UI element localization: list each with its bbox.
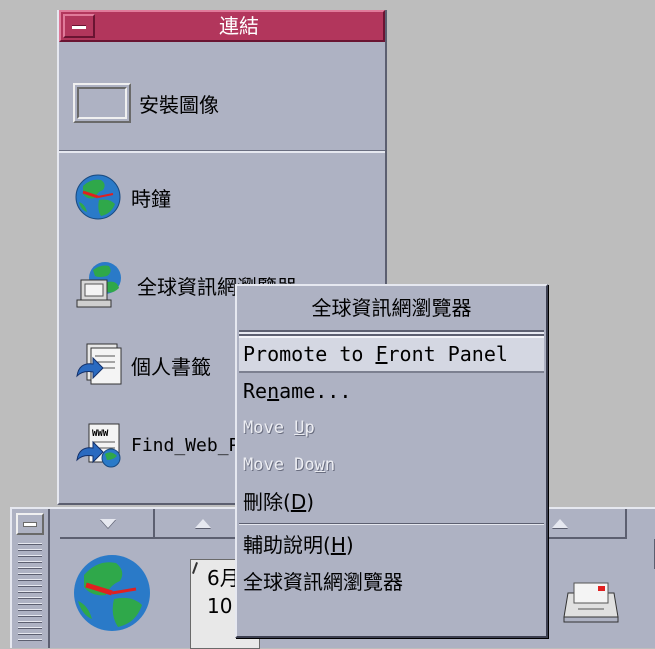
find-web-page-icon: WWW bbox=[76, 423, 121, 468]
menu-item-move-up: Move Up bbox=[243, 418, 315, 438]
subpanel-item-clock[interactable]: 時鐘 bbox=[73, 172, 171, 222]
menu-item-promote-to-front-panel[interactable]: Promote to Front Panel bbox=[239, 336, 544, 373]
front-panel-handle[interactable] bbox=[12, 509, 50, 648]
menu-item-web-browser[interactable]: 全球資訊網瀏覽器 bbox=[237, 564, 546, 601]
context-menu: 全球資訊網瀏覽器 Promote to Front Panel Rename..… bbox=[235, 284, 548, 638]
drag-grip[interactable] bbox=[18, 543, 42, 643]
chevron-up-icon bbox=[552, 519, 568, 528]
menu-item-rename[interactable]: Rename... bbox=[237, 373, 546, 410]
menu-item-move-down: Move Down bbox=[243, 455, 336, 475]
svg-text:WWW: WWW bbox=[92, 429, 109, 439]
menu-separator bbox=[239, 523, 544, 525]
menu-item-help[interactable]: 輔助說明(H) bbox=[237, 527, 546, 564]
subpanel-title: 連結 bbox=[219, 14, 259, 38]
mail-icon[interactable] bbox=[560, 579, 622, 625]
chevron-up-icon bbox=[195, 519, 211, 528]
menu-item-delete[interactable]: 刪除(D) bbox=[237, 484, 546, 521]
subpanel-arrow-down[interactable] bbox=[60, 509, 155, 539]
subpanel-item-label: 個人書籤 bbox=[131, 354, 211, 379]
drop-well[interactable] bbox=[73, 83, 131, 123]
bookmark-icon bbox=[76, 343, 122, 385]
subpanel-item-label: 時鐘 bbox=[131, 186, 171, 211]
subpanel-close-button[interactable] bbox=[63, 14, 95, 38]
subpanel-divider bbox=[59, 150, 385, 153]
web-browser-icon bbox=[76, 262, 121, 308]
globe-clock-icon[interactable] bbox=[70, 551, 154, 635]
install-icon-dropzone[interactable]: 安裝圖像 bbox=[73, 78, 219, 128]
subpanel-titlebar[interactable]: 連結 bbox=[59, 10, 385, 42]
chevron-down-icon bbox=[100, 519, 116, 528]
menu-title: 全球資訊網瀏覽器 bbox=[311, 296, 472, 320]
globe-clock-icon bbox=[75, 174, 121, 220]
install-icon-label: 安裝圖像 bbox=[139, 92, 219, 117]
front-panel-minimize-button[interactable] bbox=[16, 513, 44, 535]
subpanel-item-bookmarks[interactable]: 個人書籤 bbox=[73, 340, 211, 390]
